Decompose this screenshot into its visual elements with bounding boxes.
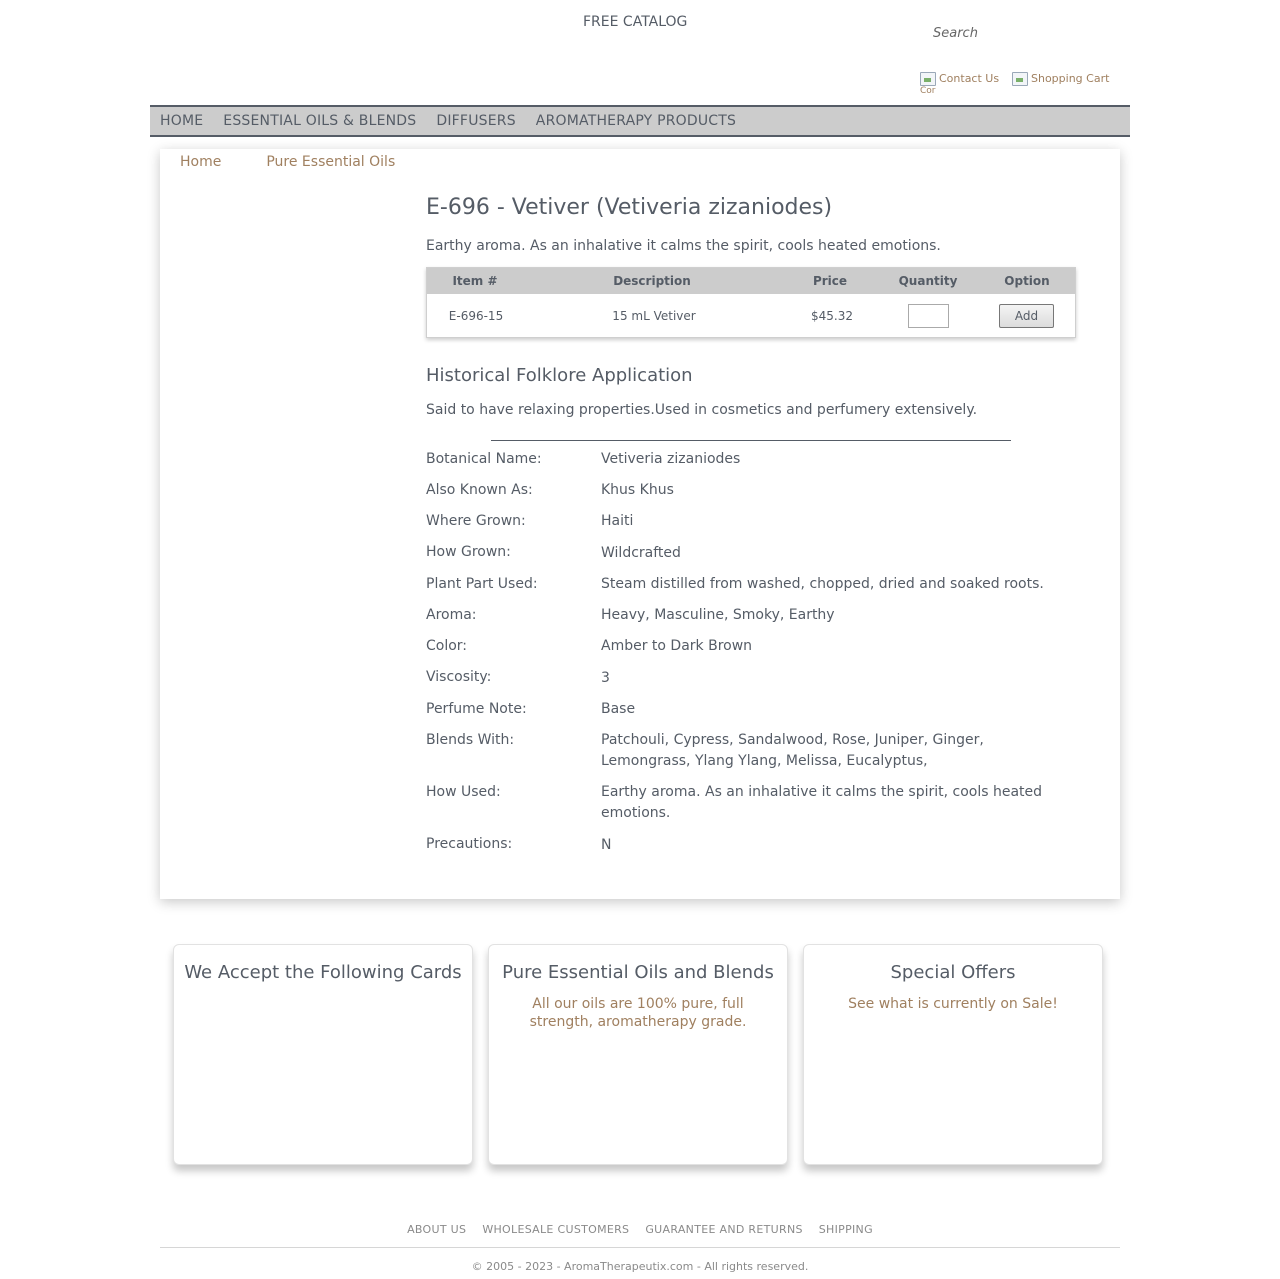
promo-title: We Accept the Following Cards: [184, 962, 462, 983]
property-label: Where Grown:: [426, 513, 526, 529]
property-value: Steam distilled from washed, chopped, dr…: [601, 576, 1044, 592]
property-label: Blends With:: [426, 732, 515, 748]
breadcrumb-home[interactable]: Home: [180, 154, 221, 170]
quantity-input[interactable]: [908, 304, 949, 328]
property-value: Amber to Dark Brown: [601, 638, 753, 654]
property-label: How Used:: [426, 784, 501, 800]
copyright: © 2005 - 2023 - AromaTherapeutix.com - A…: [471, 1260, 809, 1273]
property-label: Also Known As:: [426, 482, 533, 498]
promo-title: Pure Essential Oils and Blends: [502, 962, 774, 983]
page-title: E-696 - Vetiver (Vetiveria zizaniodes): [426, 195, 833, 220]
property-label: Aroma:: [426, 607, 477, 623]
footer-divider: [160, 1247, 1120, 1248]
property-value: Khus Khus: [601, 482, 674, 498]
shopping-cart-link[interactable]: Shopping Cart: [1012, 72, 1109, 96]
product-panel: Home Pure Essential Oils E-696 - Vetiver…: [160, 149, 1120, 899]
property-value: Patchouli, Cypress, Sandalwood, Rose, Ju…: [601, 732, 984, 769]
folklore-text: Said to have relaxing properties.Used in…: [426, 402, 978, 418]
nav-item-home[interactable]: HOME: [160, 113, 203, 129]
footer-link-wholesale[interactable]: WHOLESALE CUSTOMERS: [482, 1223, 629, 1236]
contact-us-label: Contact Us: [939, 72, 1000, 85]
property-label: Viscosity:: [426, 669, 492, 685]
product-summary: Earthy aroma. As an inhalative it calms …: [426, 238, 941, 254]
cart-icon: [1012, 72, 1028, 96]
promo-card-essential-oils[interactable]: Pure Essential Oils and Blends All our o…: [488, 944, 788, 1165]
property-value: Earthy aroma. As an inhalative it calms …: [601, 784, 1043, 821]
nav-item-aromatherapy-products[interactable]: AROMATHERAPY PRODUCTS: [536, 113, 736, 129]
property-label: Plant Part Used:: [426, 576, 538, 592]
breadcrumb: Home Pure Essential Oils: [180, 154, 395, 170]
promo-card-cards: We Accept the Following Cards: [173, 944, 473, 1165]
search-input[interactable]: [925, 22, 1121, 44]
property-value: Vetiveria zizaniodes: [601, 451, 741, 467]
property-value: Base: [601, 701, 636, 717]
col-header-item: Item #: [452, 274, 498, 288]
shopping-cart-label: Shopping Cart: [1031, 72, 1110, 85]
col-header-quantity: Quantity: [898, 274, 958, 288]
item-description: 15 mL Vetiver: [612, 309, 696, 323]
nav-item-essential-oils-blends[interactable]: ESSENTIAL OILS & BLENDS: [223, 113, 416, 129]
col-header-price: Price: [812, 274, 848, 288]
property-value: Haiti: [601, 513, 634, 529]
footer-links: ABOUT US WHOLESALE CUSTOMERS GUARANTEE A…: [0, 1223, 1280, 1236]
promo-text[interactable]: See what is currently on Sale!: [828, 995, 1078, 1013]
footer-link-shipping[interactable]: SHIPPING: [819, 1223, 873, 1236]
footer-link-guarantee-returns[interactable]: GUARANTEE AND RETURNS: [645, 1223, 802, 1236]
free-catalog-link[interactable]: FREE CATALOG: [583, 14, 687, 30]
nav-item-diffusers[interactable]: DIFFUSERS: [436, 113, 515, 129]
add-to-cart-button[interactable]: Add: [999, 304, 1054, 328]
property-label: Precautions:: [426, 836, 513, 852]
property-label: Botanical Name:: [426, 451, 542, 467]
promo-text[interactable]: All our oils are 100% pure, full strengt…: [513, 995, 763, 1031]
col-header-option: Option: [1004, 274, 1050, 288]
order-table: Item # Description Price Quantity Option…: [426, 267, 1076, 338]
contact-icon: Cor: [920, 72, 936, 96]
item-number: E-696-15: [448, 309, 504, 323]
order-table-header: Item # Description Price Quantity Option: [427, 268, 1075, 294]
col-header-description: Description: [613, 274, 691, 288]
table-row: E-696-15 15 mL Vetiver $45.32 Add: [427, 294, 1075, 338]
property-label: Perfume Note:: [426, 701, 527, 717]
property-value: 3: [601, 670, 610, 686]
main-nav: HOME ESSENTIAL OILS & BLENDS DIFFUSERS A…: [150, 105, 1130, 137]
folklore-heading: Historical Folklore Application: [426, 365, 693, 386]
property-value: Heavy, Masculine, Smoky, Earthy: [601, 607, 835, 623]
property-label: Color:: [426, 638, 468, 654]
divider: [491, 440, 1011, 441]
footer-link-about-us[interactable]: ABOUT US: [407, 1223, 466, 1236]
promo-title: Special Offers: [890, 962, 1016, 983]
property-label: How Grown:: [426, 544, 511, 560]
contact-us-link[interactable]: Cor Contact Us: [920, 72, 999, 96]
property-value: N: [601, 837, 612, 853]
item-price: $45.32: [811, 309, 853, 323]
promo-card-special-offers[interactable]: Special Offers See what is currently on …: [803, 944, 1103, 1165]
property-value: Wildcrafted: [601, 545, 681, 561]
breadcrumb-category[interactable]: Pure Essential Oils: [266, 154, 395, 170]
